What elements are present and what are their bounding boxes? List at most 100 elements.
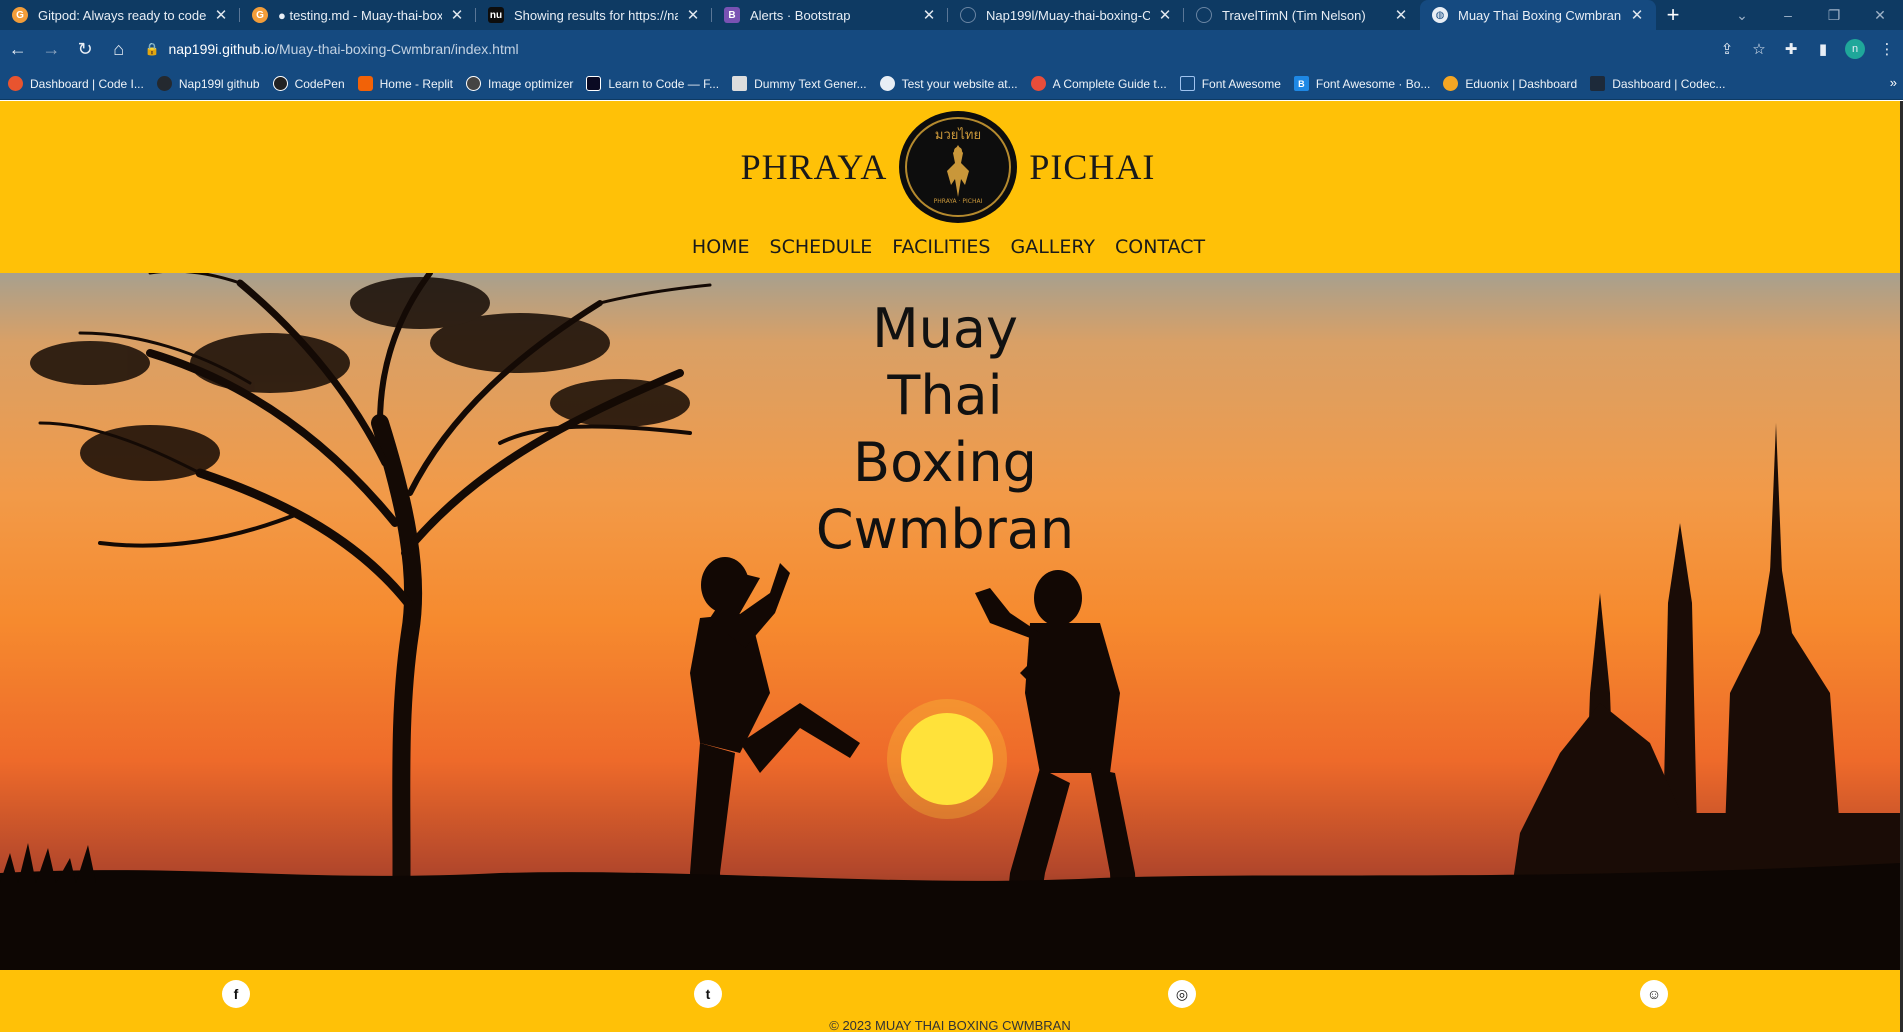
site-footer: f t ◎ ☺ © 2023 MUAY THAI BOXING CWMBRAN bbox=[0, 970, 1900, 1032]
extensions-icon[interactable]: ✚ bbox=[1775, 40, 1807, 58]
brand[interactable]: PHRAYA มวยไทย PHRAYA · PICHAI PICHAI bbox=[741, 111, 1154, 223]
bootstrap-icon: B bbox=[724, 7, 740, 23]
bookmark-label: Nap199l github bbox=[178, 76, 260, 91]
browser-tab[interactable]: B Alerts · Bootstrap ✕ bbox=[712, 0, 948, 30]
close-icon[interactable]: ✕ bbox=[212, 6, 230, 24]
close-icon[interactable]: ✕ bbox=[448, 6, 466, 24]
chevron-down-icon[interactable]: ⌄ bbox=[1719, 7, 1765, 24]
bookmark-item[interactable]: Test your website at... bbox=[879, 76, 1018, 91]
hero-title-line: Muay bbox=[872, 297, 1018, 360]
url-host: nap199i.github.io bbox=[168, 41, 276, 57]
address-bar: ← → ↻ ⌂ 🔒 nap199i.github.io/Muay-thai-bo… bbox=[0, 30, 1903, 68]
bookmark-label: Dashboard | Code I... bbox=[30, 76, 144, 91]
bookmark-item[interactable]: Dashboard | Code I... bbox=[8, 76, 144, 91]
back-icon[interactable]: ← bbox=[2, 33, 34, 65]
close-icon[interactable]: ✕ bbox=[1392, 6, 1410, 24]
bookmark-item[interactable]: Font Awesome bbox=[1179, 76, 1281, 91]
browser-tab[interactable]: TravelTimN (Tim Nelson) ✕ bbox=[1184, 0, 1420, 30]
hero-title-line: Cwmbran bbox=[815, 498, 1075, 561]
copyright-text: © 2023 MUAY THAI BOXING CWMBRAN bbox=[829, 1018, 1071, 1032]
bookmark-item[interactable]: Learn to Code — F... bbox=[586, 76, 719, 91]
flag-icon bbox=[1179, 76, 1195, 91]
browser-tab[interactable]: G ● testing.md - Muay-thai-boxing ✕ bbox=[240, 0, 476, 30]
window-controls: ⌄ – ❐ ✕ bbox=[1719, 0, 1903, 30]
bookmark-item[interactable]: Nap199l github bbox=[156, 76, 260, 91]
browser-tab-active[interactable]: ◍ Muay Thai Boxing Cwmbran ✕ bbox=[1420, 0, 1656, 30]
tab-title: Gitpod: Always ready to code. bbox=[38, 7, 206, 23]
star-icon[interactable]: ☆ bbox=[1743, 40, 1775, 58]
bookmark-item[interactable]: Dashboard | Codec... bbox=[1590, 76, 1725, 91]
close-icon[interactable]: ✕ bbox=[684, 6, 702, 24]
toolbar-actions: ⇪ ☆ ✚ ▮ n ⋮ bbox=[1711, 30, 1903, 68]
main-nav: HOME SCHEDULE FACILITIES GALLERY CONTACT bbox=[0, 221, 1900, 273]
url-field[interactable]: 🔒 nap199i.github.io/Muay-thai-boxing-Cwm… bbox=[144, 34, 1903, 64]
tab-title: Showing results for https://nap1 bbox=[514, 7, 678, 23]
browser-tab[interactable]: G Gitpod: Always ready to code. ✕ bbox=[0, 0, 240, 30]
bookmarks-bar: Dashboard | Code I... Nap199l github Cod… bbox=[0, 68, 1903, 100]
bookmark-label: Eduonix | Dashboard bbox=[1465, 76, 1578, 91]
close-icon[interactable]: ✕ bbox=[1156, 6, 1174, 24]
github-icon bbox=[960, 7, 976, 23]
globe-icon: ◍ bbox=[1432, 7, 1448, 23]
close-window-icon[interactable]: ✕ bbox=[1857, 7, 1903, 24]
brand-logo: มวยไทย PHRAYA · PICHAI bbox=[899, 111, 1018, 223]
bookmark-label: A Complete Guide t... bbox=[1052, 76, 1167, 91]
nav-gallery[interactable]: GALLERY bbox=[1010, 236, 1095, 258]
minimize-icon[interactable]: – bbox=[1765, 7, 1811, 23]
twitter-icon[interactable]: t bbox=[694, 980, 722, 1008]
freecodecamp-icon bbox=[586, 76, 602, 91]
nu-icon: nu bbox=[488, 7, 504, 23]
facebook-icon[interactable]: f bbox=[222, 980, 250, 1008]
restore-icon[interactable]: ❐ bbox=[1811, 7, 1857, 24]
forward-icon[interactable]: → bbox=[36, 33, 68, 65]
lock-icon[interactable]: 🔒 bbox=[144, 42, 168, 56]
gitpod-icon: G bbox=[12, 7, 28, 23]
bookmark-label: Font Awesome bbox=[1201, 76, 1281, 91]
snapchat-icon[interactable]: ☺ bbox=[1640, 980, 1668, 1008]
css-tricks-icon bbox=[1030, 76, 1046, 91]
share-icon[interactable]: ⇪ bbox=[1711, 40, 1743, 58]
bookmark-label: Dashboard | Codec... bbox=[1612, 76, 1726, 91]
replit-icon bbox=[357, 76, 373, 91]
nav-home[interactable]: HOME bbox=[692, 236, 750, 258]
hero-title: Muay Thai Boxing Cwmbran bbox=[780, 295, 1110, 563]
bookmark-item[interactable]: Eduonix | Dashboard bbox=[1443, 76, 1577, 91]
bookmark-item[interactable]: Home - Replit bbox=[357, 76, 453, 91]
new-tab-button[interactable]: + bbox=[1656, 0, 1690, 30]
menu-icon[interactable]: ⋮ bbox=[1871, 40, 1903, 58]
site-header: PHRAYA มวยไทย PHRAYA · PICHAI PICHAI HOM… bbox=[0, 101, 1900, 273]
hero-title-line: Boxing bbox=[853, 431, 1037, 494]
close-icon[interactable]: ✕ bbox=[920, 6, 938, 24]
bookmark-item[interactable]: Dummy Text Gener... bbox=[732, 76, 867, 91]
font-awesome-icon: B bbox=[1293, 76, 1309, 91]
bookmark-item[interactable]: Image optimizer bbox=[466, 76, 573, 91]
bookmark-label: Font Awesome · Bo... bbox=[1315, 76, 1431, 91]
tab-title: TravelTimN (Tim Nelson) bbox=[1222, 7, 1366, 23]
nav-facilities[interactable]: FACILITIES bbox=[892, 236, 990, 258]
side-panel-icon[interactable]: ▮ bbox=[1807, 40, 1839, 58]
reload-icon[interactable]: ↻ bbox=[69, 33, 101, 65]
brand-left-word: PHRAYA bbox=[740, 147, 888, 187]
close-icon[interactable]: ✕ bbox=[1628, 6, 1646, 24]
instagram-icon[interactable]: ◎ bbox=[1168, 980, 1196, 1008]
bookmark-item[interactable]: CodePen bbox=[272, 76, 345, 91]
bookmark-label: Dummy Text Gener... bbox=[754, 76, 867, 91]
browser-tab[interactable]: nu Showing results for https://nap1 ✕ bbox=[476, 0, 712, 30]
image-optimizer-icon bbox=[466, 76, 481, 91]
tab-title: Nap199l/Muay-thai-boxing-Cwm bbox=[986, 7, 1150, 23]
github-icon bbox=[1196, 7, 1212, 23]
profile-avatar[interactable]: n bbox=[1845, 39, 1865, 59]
home-icon[interactable]: ⌂ bbox=[103, 33, 135, 65]
nav-contact[interactable]: CONTACT bbox=[1115, 236, 1205, 258]
hero-banner: Muay Thai Boxing Cwmbran bbox=[0, 273, 1900, 970]
bookmark-item[interactable]: A Complete Guide t... bbox=[1030, 76, 1167, 91]
codecademy-icon bbox=[1590, 76, 1606, 91]
url-path: /Muay-thai-boxing-Cwmbran/index.html bbox=[275, 41, 519, 57]
bookmark-item[interactable]: B Font Awesome · Bo... bbox=[1293, 76, 1431, 91]
bookmarks-overflow-button[interactable]: » bbox=[1890, 75, 1897, 90]
browser-tab[interactable]: Nap199l/Muay-thai-boxing-Cwm ✕ bbox=[948, 0, 1184, 30]
github-icon bbox=[156, 76, 172, 91]
nav-schedule[interactable]: SCHEDULE bbox=[770, 236, 873, 258]
dummy-text-icon bbox=[732, 76, 748, 91]
codepen-icon bbox=[272, 76, 288, 91]
